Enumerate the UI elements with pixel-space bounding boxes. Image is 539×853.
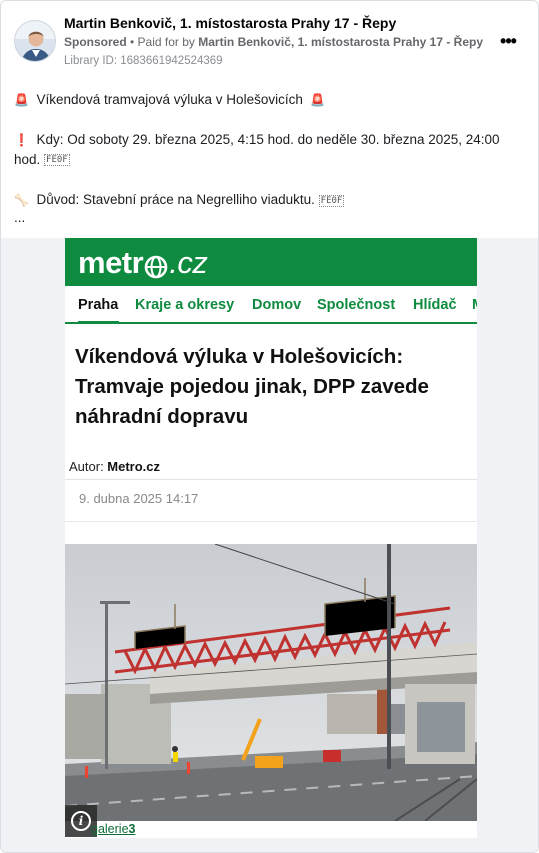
- see-more-ellipsis[interactable]: ...: [14, 210, 529, 225]
- metro-logo: metr .cz: [78, 245, 208, 280]
- post-line-when-end: hod. FE0F: [14, 150, 529, 170]
- advertiser-name[interactable]: Martin Benkovič, 1. místostarosta Prahy …: [64, 15, 396, 31]
- ad-header: Martin Benkovič, 1. místostarosta Prahy …: [1, 1, 538, 77]
- paid-for-prefix: • Paid for by: [126, 35, 199, 49]
- nav-praha: Praha: [78, 297, 119, 313]
- ad-media: metr .cz Praha Kraje a okresy Domov Spole…: [1, 238, 538, 852]
- post-title: Víkendová tramvajová výluka v Holešovicí…: [36, 92, 303, 107]
- nav-domov: Domov: [252, 297, 302, 313]
- metro-nav: Praha Kraje a okresy Domov Společnost Hl…: [65, 286, 477, 324]
- nav-spolecnost: Společnost: [317, 297, 396, 313]
- article-author: Autor: Metro.cz: [69, 459, 161, 474]
- exclamation-icon: ❗: [14, 133, 29, 147]
- bridge-photo: [65, 543, 477, 822]
- divider: [65, 521, 477, 522]
- variation-selector-glyph: FE0F: [44, 154, 70, 167]
- post-reason: Důvod: Stavební práce na Negrelliho viad…: [36, 192, 315, 208]
- gallery-link[interactable]: galerie3: [91, 822, 135, 836]
- more-options-icon[interactable]: •••: [495, 31, 521, 51]
- post-line-when: ❗ Kdy: Od soboty 29. března 2025, 4:15 h…: [14, 130, 529, 150]
- nav-more: M: [472, 297, 477, 313]
- divider: [65, 479, 477, 480]
- nav-hlidac: Hlídač: [413, 297, 457, 313]
- post-line-reason: 🦴 Důvod: Stavební práce na Negrelliho vi…: [14, 190, 529, 210]
- nav-kraje: Kraje a okresy: [135, 297, 235, 313]
- ad-card: Martin Benkovič, 1. místostarosta Prahy …: [0, 0, 539, 853]
- article-date: 9. dubna 2025 14:17: [79, 491, 199, 506]
- article-headline: Víkendová výluka v Holešovicích: Tramvaj…: [75, 345, 429, 428]
- globe-icon: [144, 251, 168, 279]
- post-line-title: 🚨 Víkendová tramvajová výluka v Holešovi…: [14, 90, 529, 110]
- sponsored-label: Sponsored: [64, 35, 127, 49]
- metro-banner: metr .cz: [65, 238, 477, 286]
- library-id: Library ID: 1683661942524369: [64, 55, 223, 67]
- article-screenshot[interactable]: metr .cz Praha Kraje a okresy Domov Spole…: [65, 238, 477, 838]
- siren-icon: 🚨: [14, 93, 29, 107]
- post-when: Kdy: Od soboty 29. března 2025, 4:15 hod…: [36, 132, 500, 147]
- bone-icon: 🦴: [14, 193, 29, 208]
- nav-active-underline: [78, 321, 119, 324]
- post-when-end: hod.: [14, 152, 41, 167]
- ad-meta: Sponsored • Paid for by Martin Benkovič,…: [64, 35, 483, 49]
- paid-for-name[interactable]: Martin Benkovič, 1. místostarosta Prahy …: [198, 35, 483, 49]
- advertiser-avatar[interactable]: [14, 20, 56, 62]
- siren-icon: 🚨: [310, 93, 326, 107]
- post-text: 🚨 Víkendová tramvajová výluka v Holešovi…: [14, 90, 529, 225]
- variation-selector-glyph: FE0F: [318, 194, 345, 207]
